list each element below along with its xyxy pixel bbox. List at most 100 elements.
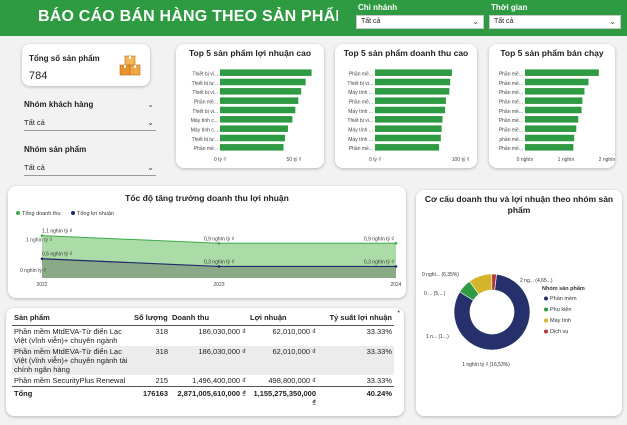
chevron-down-icon[interactable]: ⌄ (147, 100, 154, 109)
chart-bar (220, 134, 285, 142)
customer-group-label: Nhóm khách hàng (24, 100, 94, 109)
x-tick-label: 0 tỷ ₫ (369, 156, 381, 163)
revenue-point (217, 241, 221, 245)
profit-data-label: 0,5 nghìn tỷ ₫ (42, 251, 73, 258)
category-label: Máy tính c... (191, 127, 218, 133)
col-header-quantity[interactable]: Số lượng (132, 310, 170, 326)
kpi-label: Tổng số sản phẩm (29, 54, 100, 63)
x-tick-label: 0 tỷ ₫ (214, 156, 226, 163)
slice-data-label: 0 ... (5,...) (424, 291, 446, 297)
x-tick-label: 2 nghìn (599, 157, 615, 163)
legend-label: Phụ kiện (550, 307, 571, 313)
product-group-dropdown[interactable]: Tất cả ⌄ (24, 163, 156, 176)
cell-profit: 62,010,000 ₫ (272, 326, 316, 336)
category-label: Phần mề... (194, 146, 218, 152)
table-row[interactable]: Phần mềm MtdEVA-Từ điển Lạc Việt (vĩnh v… (12, 345, 394, 375)
slice-data-label: 0 nghì... (6,35%) (422, 272, 459, 278)
more-options-icon[interactable]: • (398, 309, 400, 316)
chart-bar (525, 88, 585, 95)
chart-bar (375, 116, 443, 123)
kpi-value: 784 (29, 70, 48, 82)
chart-bar (375, 69, 452, 76)
cell-revenue: 186,030,000 ₫ (170, 345, 248, 375)
table-total-row: Tổng 176163 2,871,005,610,000 ₫ 1,155,27… (12, 385, 394, 408)
revenue-data-label: 0,9 nghìn tỷ ₫ (204, 235, 235, 242)
category-label: Thiết bị vi... (192, 109, 218, 115)
legend-label: Tổng doanh thu (22, 210, 61, 217)
category-label: Thiết bị lư... (192, 137, 218, 143)
category-label: Phần mề... (499, 109, 523, 115)
cell-quantity: 215 (155, 375, 168, 385)
chart-bar (525, 134, 575, 142)
page-title: BÁO CÁO BÁN HÀNG THEO SẢN PHẨM (38, 8, 349, 25)
category-label: Phần mề... (349, 71, 373, 77)
legend-label: Tổng lợi nhuận (77, 210, 114, 217)
x-tick-label: 0 nghìn (517, 157, 534, 163)
chart-bar (220, 125, 288, 132)
category-label: Phần mề... (499, 127, 523, 133)
chart-bar (525, 116, 579, 123)
product-group-value: Tất cả (24, 163, 45, 172)
col-header-revenue[interactable]: Doanh thu (170, 310, 248, 326)
col-header-profit[interactable]: Lợi nhuận (248, 310, 318, 326)
profit-data-label: 0,3 nghìn tỷ ₫ (204, 258, 235, 265)
chart-bar (220, 78, 306, 86)
chart-bar (220, 97, 299, 104)
cell-revenue: 186,030,000 ₫ (198, 326, 246, 336)
x-tick-label: 2024 (390, 282, 401, 288)
x-tick-label: 50 tỷ ₫ (287, 156, 302, 163)
chart-bar (525, 78, 589, 86)
col-header-margin[interactable]: Tỷ suất lợi nhuận (318, 310, 394, 326)
table-row[interactable]: Phần mềm MtdEVA-Từ điển Lạc Việt (vĩnh v… (12, 325, 394, 346)
profit-data-label: 0,3 nghìn tỷ ₫ (364, 258, 395, 265)
customer-group-value: Tất cả (24, 118, 45, 127)
chart-bar (525, 106, 582, 114)
category-label: Phần mề... (499, 118, 523, 124)
profit-point (217, 265, 221, 268)
revenue-point (394, 241, 398, 245)
category-label: Thiết bị lư... (192, 81, 218, 87)
total-revenue: 2,871,005,610,000 ₫ (170, 385, 248, 408)
category-label: Máy tính c... (191, 118, 218, 124)
best-seller-chart: Phần mề... Phần mề... Phần mề... Phần mề...… (499, 69, 615, 163)
category-label: Phần mề... (499, 71, 523, 77)
category-label: Phần mề... (499, 81, 523, 87)
x-tick-label: 1 nghìn (558, 157, 575, 163)
x-tick-label: 2022 (36, 282, 47, 288)
legend-dot (544, 318, 548, 323)
table-row[interactable]: Phần mềm SecurityPlus Renewal 215 1,496,… (12, 375, 394, 387)
category-label: phần mề... (499, 137, 523, 143)
chart-bar (375, 125, 442, 132)
chevron-down-icon: ⌄ (609, 17, 616, 26)
product-table-card: • Sản phẩm Số lượng Doanh thu Lợi nhuận … (6, 308, 404, 416)
chart-bar (220, 69, 312, 76)
cell-product: Phần mềm MtdEVA-Từ điển Lạc Việt (vĩnh v… (14, 326, 122, 345)
top-profit-chart: Thiết bị vi... Thiết bị lư... Thiết bị vi.… (191, 69, 312, 163)
legend-label: Phần mềm (550, 296, 577, 302)
revenue-data-label: 0,9 nghìn tỷ ₫ (364, 235, 395, 242)
category-label: Máy tính ... (348, 109, 373, 115)
profit-point (40, 257, 44, 261)
legend-dot (544, 296, 548, 301)
chart-bar (220, 116, 293, 123)
top-revenue-chart-card: Top 5 sản phẩm doanh thu cao Phần mề... T… (335, 44, 477, 168)
time-dropdown[interactable]: Tất cả ⌄ (489, 15, 621, 29)
legend-title: Nhóm sản phẩm (542, 285, 585, 292)
legend-label: Dịch vụ (550, 329, 568, 335)
cell-product: Phần mềm MtdEVA-Từ điển Lạc Việt (vĩnh v… (12, 345, 132, 375)
chart-bar (525, 125, 577, 132)
chevron-down-icon: ⌄ (147, 163, 154, 172)
chart-bar (525, 144, 574, 151)
chart-bar (525, 69, 599, 76)
chart-bar (375, 78, 451, 86)
customer-group-slicer: Nhóm khách hàng ⌄ Tất cả ⌄ (22, 100, 158, 134)
cell-quantity: 318 (155, 326, 168, 336)
branch-dropdown[interactable]: Tất cả ⌄ (356, 15, 484, 29)
customer-group-dropdown[interactable]: Tất cả ⌄ (24, 118, 156, 131)
growth-chart-card: Tốc độ tăng trưởng doanh thu lợi nhuận T… (8, 186, 406, 298)
cell-product: Phần mềm SecurityPlus Renewal (14, 375, 126, 385)
top-revenue-chart: Phần mề... Thiết bị vi... Máy tính ... Phần… (347, 69, 470, 163)
total-products-card: Tổng số sản phẩm 784 (22, 44, 150, 86)
chart-bar (220, 88, 302, 95)
col-header-product[interactable]: Sản phẩm (12, 310, 132, 326)
